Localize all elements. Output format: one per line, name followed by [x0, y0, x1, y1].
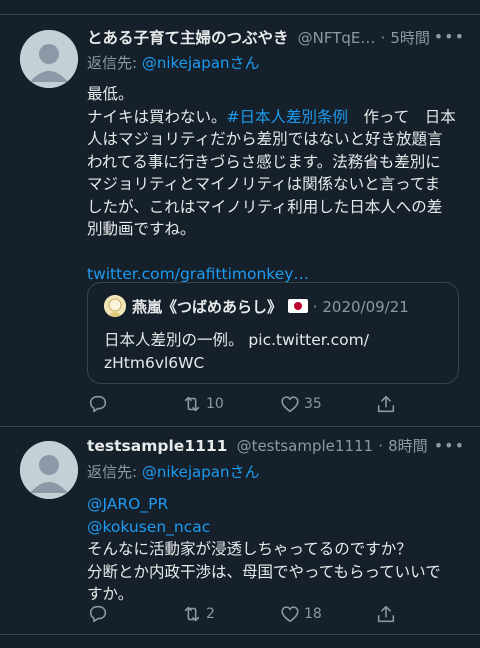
retweet-count: 10 [206, 396, 224, 412]
quoted-tweet-header: 燕嵐《つばめあらし》 · 2020/09/21 [104, 295, 409, 317]
more-options-icon[interactable]: ••• [434, 436, 465, 455]
tweet-text: @JARO_PR @kokusen_ncac そんなに活動家が浸透しちゃってるの… [87, 493, 465, 606]
tweet-actions: 2 18 [87, 601, 397, 627]
reply-prefix: 返信先: [87, 54, 142, 72]
reply-to: 返信先: @nikejapanさん [87, 461, 465, 483]
quoted-tweet[interactable]: 燕嵐《つばめあらし》 · 2020/09/21 日本人差別の一例。 pic.tw… [87, 282, 459, 384]
reply-mention[interactable]: @nikejapan [142, 463, 230, 481]
text-line: 日本人差別の一例。 pic.twitter.com/ [104, 331, 369, 349]
share-icon [377, 395, 395, 413]
separator: · [378, 437, 383, 455]
text-line: zHtm6vl6WC [104, 353, 205, 372]
retweet-icon [184, 396, 200, 412]
tweet[interactable]: とある子育て主婦のつぶやき @NFTqE… · 5時間 ••• 返信先: @ni… [0, 14, 480, 427]
quoted-date: 2020/09/21 [322, 298, 409, 316]
more-options-icon[interactable]: ••• [434, 27, 465, 46]
hashtag[interactable]: #日本人差別条例 [227, 108, 349, 126]
separator: · [312, 298, 318, 316]
tweet-actions: 10 35 [87, 391, 397, 417]
tweet[interactable]: testsample1111 @testsample1111 · 8時間 •••… [0, 427, 480, 648]
timestamp[interactable]: 5時間 [390, 29, 430, 47]
share-button[interactable] [375, 601, 397, 627]
text-line: したが、これはマイノリティ利用した日本人への差 [87, 197, 443, 216]
timestamp[interactable]: 8時間 [388, 437, 428, 455]
text-line: われてる事に行きづらさ感じます。法務省も差別に [87, 152, 441, 171]
separator: · [380, 29, 386, 47]
reply-suffix: さん [229, 54, 260, 72]
avatar[interactable] [20, 30, 78, 88]
tweet-text: 最低。 ナイキは買わない。#日本人差別条例 作って 日本 人はマジョリティだから… [87, 83, 465, 286]
retweet-icon [184, 606, 200, 622]
like-count: 18 [304, 606, 322, 622]
reply-mention[interactable]: @nikejapan [142, 54, 230, 72]
text-line: ナイキは買わない。#日本人差別条例 作って 日本 [87, 106, 465, 129]
text-segment: 作って 日本 [348, 107, 456, 126]
reply-button[interactable] [87, 391, 112, 417]
text-line: 分断とか内政干渉は、母国でやってもらっていいで [87, 562, 441, 581]
display-name[interactable]: testsample1111 [87, 437, 227, 455]
share-icon [377, 605, 395, 623]
reply-suffix: さん [229, 463, 260, 481]
like-button[interactable]: 18 [279, 601, 322, 627]
text-line: 最低。 [87, 85, 134, 103]
text-line: そんなに活動家が浸透しちゃってるのですか？ [87, 540, 412, 558]
retweet-button[interactable]: 10 [181, 391, 224, 417]
share-button[interactable] [375, 391, 397, 417]
reply-prefix: 返信先: [87, 463, 142, 481]
quoted-text: 日本人差別の一例。 pic.twitter.com/ zHtm6vl6WC [104, 329, 369, 374]
default-avatar-icon [20, 30, 78, 88]
character-avatar-icon [104, 295, 126, 317]
reply-button[interactable] [87, 601, 112, 627]
quoted-avatar [104, 295, 126, 317]
reply-icon [89, 395, 107, 413]
quoted-display-name: 燕嵐《つばめあらし》 [132, 298, 283, 316]
divider [0, 634, 480, 635]
heart-icon [281, 396, 299, 413]
retweet-count: 2 [206, 606, 215, 622]
display-name[interactable]: とある子育て主婦のつぶやき [87, 29, 289, 47]
heart-icon [281, 606, 299, 623]
japan-flag-icon [288, 299, 309, 313]
text-segment: ナイキは買わない。 [87, 107, 227, 126]
mention-link[interactable]: @JARO_PR [87, 493, 465, 516]
like-count: 35 [304, 396, 322, 412]
retweet-button[interactable]: 2 [181, 601, 215, 627]
like-button[interactable]: 35 [279, 391, 322, 417]
tweet-header: testsample1111 @testsample1111 · 8時間 ••• [87, 435, 465, 459]
reply-to: 返信先: @nikejapanさん [87, 52, 465, 74]
handle[interactable]: @NFTqE… [298, 29, 376, 47]
text-line: マジョリティとマイノリティは関係ないと言ってま [87, 175, 441, 193]
handle[interactable]: @testsample1111 [237, 437, 374, 455]
text-line: 人はマジョリティだから差別ではないと好き放題言 [87, 130, 443, 148]
tweet-header: とある子育て主婦のつぶやき @NFTqE… · 5時間 ••• [87, 26, 465, 50]
avatar[interactable] [20, 441, 78, 499]
reply-icon [89, 605, 107, 623]
mention-link[interactable]: @kokusen_ncac [87, 516, 465, 539]
text-line: 別動画ですね。 [87, 220, 196, 238]
default-avatar-icon [20, 441, 78, 499]
